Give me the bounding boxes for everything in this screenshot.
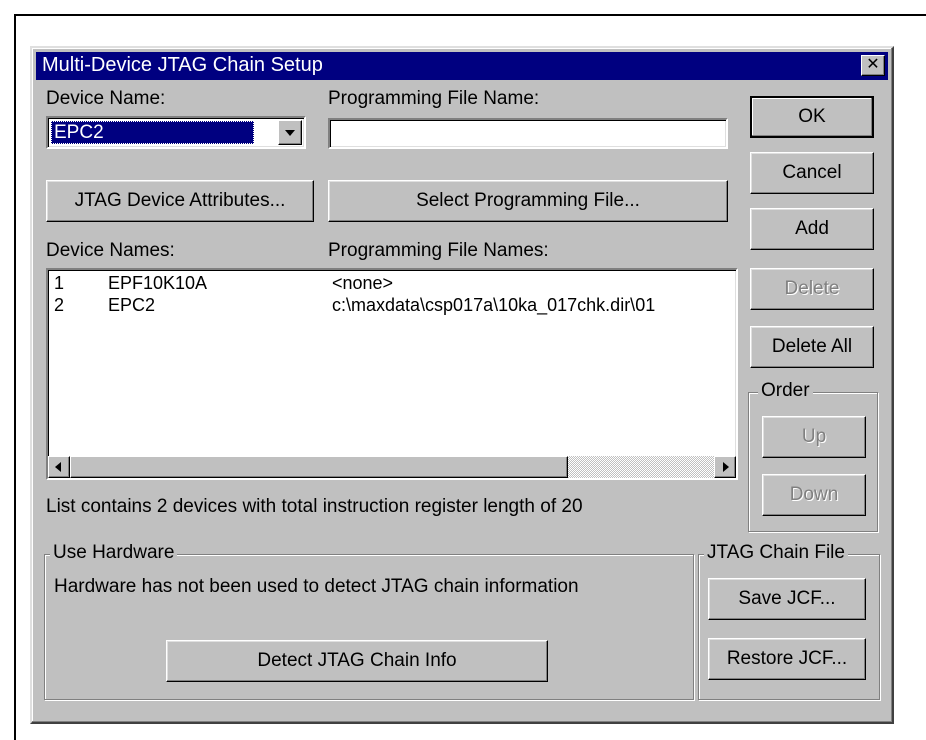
scroll-right-icon bbox=[723, 462, 729, 472]
order-group-label: Order bbox=[758, 380, 813, 402]
programming-file-input[interactable] bbox=[328, 118, 728, 149]
move-down-button[interactable]: Down bbox=[762, 474, 866, 516]
horizontal-scrollbar[interactable] bbox=[48, 456, 736, 478]
list-item[interactable]: 2 EPC2 c:\maxdata\csp017a\10ka_017chk.di… bbox=[52, 294, 736, 316]
select-programming-file-button[interactable]: Select Programming File... bbox=[328, 180, 728, 222]
add-button[interactable]: Add bbox=[750, 208, 874, 250]
device-name-combo[interactable]: EPC2 bbox=[46, 116, 306, 149]
device-name-label: Device Name: bbox=[46, 88, 166, 109]
cancel-button[interactable]: Cancel bbox=[750, 152, 874, 194]
title-bar[interactable]: Multi-Device JTAG Chain Setup ✕ bbox=[36, 52, 888, 80]
restore-jcf-button[interactable]: Restore JCF... bbox=[708, 638, 866, 680]
jtag-device-attributes-button[interactable]: JTAG Device Attributes... bbox=[46, 180, 314, 222]
chevron-down-icon bbox=[285, 130, 295, 136]
ok-button[interactable]: OK bbox=[750, 96, 874, 138]
delete-button[interactable]: Delete bbox=[750, 268, 874, 310]
scroll-left-button[interactable] bbox=[48, 456, 70, 478]
device-names-column-label: Device Names: bbox=[46, 240, 175, 261]
page-frame-left bbox=[14, 14, 16, 740]
programming-file-names-column-label: Programming File Names: bbox=[328, 240, 549, 261]
scroll-track[interactable] bbox=[568, 456, 714, 478]
detect-jtag-chain-info-button[interactable]: Detect JTAG Chain Info bbox=[166, 640, 548, 682]
save-jcf-button[interactable]: Save JCF... bbox=[708, 578, 866, 620]
list-summary: List contains 2 devices with total instr… bbox=[46, 496, 583, 517]
delete-all-button[interactable]: Delete All bbox=[750, 326, 874, 368]
scroll-thumb[interactable] bbox=[70, 456, 568, 478]
jtag-chain-setup-dialog: Multi-Device JTAG Chain Setup ✕ Device N… bbox=[30, 46, 894, 724]
device-name-dropdown-button[interactable] bbox=[278, 120, 302, 145]
hardware-status-text: Hardware has not been used to detect JTA… bbox=[54, 576, 579, 597]
device-list[interactable]: 1 EPF10K10A <none> 2 EPC2 c:\maxdata\csp… bbox=[46, 268, 738, 480]
use-hardware-group-label: Use Hardware bbox=[50, 542, 178, 564]
close-button[interactable]: ✕ bbox=[861, 55, 885, 76]
page-frame-top bbox=[14, 14, 926, 16]
close-icon: ✕ bbox=[866, 56, 880, 73]
programming-file-label: Programming File Name: bbox=[328, 88, 540, 109]
scroll-left-icon bbox=[55, 462, 61, 472]
scroll-right-button[interactable] bbox=[714, 456, 736, 478]
move-up-button[interactable]: Up bbox=[762, 416, 866, 458]
dialog-title: Multi-Device JTAG Chain Setup bbox=[42, 54, 323, 76]
jtag-chain-file-group-label: JTAG Chain File bbox=[704, 542, 848, 564]
list-item[interactable]: 1 EPF10K10A <none> bbox=[52, 272, 736, 294]
device-name-value: EPC2 bbox=[51, 121, 254, 144]
